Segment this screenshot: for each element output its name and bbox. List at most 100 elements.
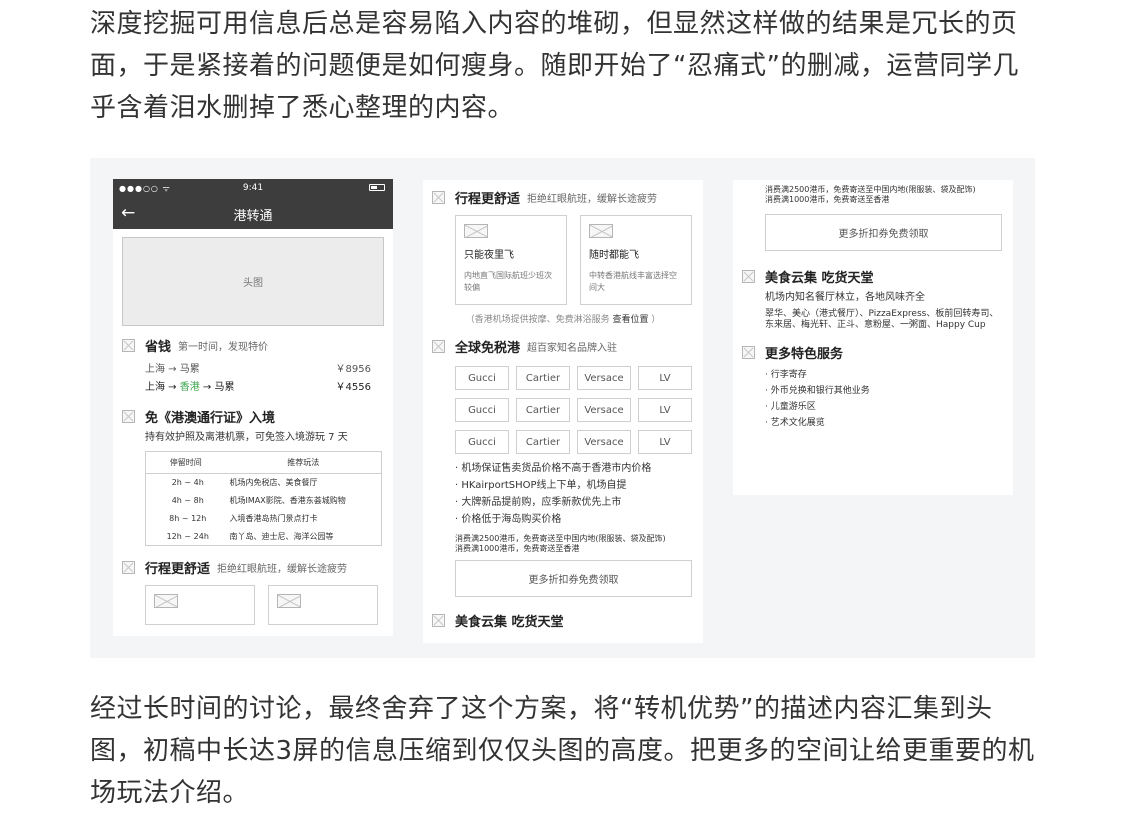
section-save-title: 省钱 xyxy=(145,340,172,355)
stay-table: 停留时间 推荐玩法 2h ~ 4h 机场内免税店、美食餐厅 4h ~ 8h 机场IM… xyxy=(145,451,382,546)
placeholder-image-icon xyxy=(432,191,445,204)
placeholder-image-icon xyxy=(122,410,135,423)
card-title: 只能夜里飞 xyxy=(464,250,514,261)
list-item: · 外币兑换和银行其他业务 xyxy=(765,386,870,396)
table-row: 4h ~ 8h 机场IMAX影院、香港东荟城购物 xyxy=(171,496,346,505)
section-dutyfree-title: 全球免税港 xyxy=(455,341,521,356)
placeholder-image-icon xyxy=(432,340,445,353)
table-header: 推荐玩法 xyxy=(225,451,382,474)
card-title: 随时都能飞 xyxy=(589,250,639,261)
article-paragraph-top: 深度挖掘可用信息后总是容易陷入内容的堆砌，但显然这样做的结果是冗长的页面，于是紧… xyxy=(90,9,1019,123)
shipping-note: 消费满2500港币，免费寄送至中国内地(限服装、袋及配饰) xyxy=(455,534,666,543)
food-list: 翠华、美心（港式餐厅）、PizzaExpress、板前回转寿司、东来居、梅光轩、… xyxy=(765,309,999,330)
comfort-cards xyxy=(145,585,393,625)
section-dutyfree-header: 全球免税港 超百家知名品牌入驻 xyxy=(432,337,703,356)
placeholder-image-icon xyxy=(742,270,755,283)
brand-tag[interactable]: Gucci xyxy=(455,366,509,390)
comfort-card[interactable]: 随时都能飞 中转香港航线丰富选择空间大 xyxy=(580,215,692,305)
comfort-card[interactable] xyxy=(268,585,378,625)
placeholder-image-icon xyxy=(122,561,135,574)
list-item: · 儿童游乐区 xyxy=(765,402,816,412)
shipping-note: 消费满1000港币，免费寄送至香港 xyxy=(765,195,890,204)
route-name: 上海 → 香港 → 马累 xyxy=(145,382,235,393)
list-item: · 行李寄存 xyxy=(765,370,807,380)
table-header: 停留时间 xyxy=(145,451,226,474)
status-bar: ●●●○○ ᯤ 9:41 xyxy=(113,179,393,197)
visa-description: 持有效护照及离港机票，可免签入境游玩 7 天 xyxy=(145,432,348,443)
section-comfort-subtitle: 拒绝红眼航班，缓解长途疲劳 xyxy=(217,564,348,575)
placeholder-image-icon xyxy=(742,346,755,359)
more-services-list: · 行李寄存 · 外币兑换和银行其他业务 · 儿童游乐区 · 艺术文化展览 xyxy=(733,367,1013,431)
table-row: 8h ~ 12h 入境香港岛热门景点打卡 xyxy=(169,514,318,523)
route-row[interactable]: 上海 → 香港 → 马累 ￥4556 xyxy=(113,379,393,397)
wireframe-figure: ●●●○○ ᯤ 9:41 ← 港转通 头图 省钱 第一时间，发现特价 上海 → … xyxy=(90,158,1035,658)
section-save-header: 省钱 第一时间，发现特价 xyxy=(122,336,393,355)
section-visa-header: 免《港澳通行证》入境 xyxy=(122,407,393,426)
route-price: ￥8956 xyxy=(335,364,371,375)
route-price: ￥4556 xyxy=(335,382,371,393)
table-row: 12h ~ 24h 南丫岛、迪士尼、海洋公园等 xyxy=(166,531,334,541)
view-location-link[interactable]: 查看位置 xyxy=(612,315,648,325)
list-item: · 艺术文化展览 xyxy=(765,418,825,428)
section-visa-title: 免《港澳通行证》入境 xyxy=(145,411,276,426)
article-paragraph-bottom: 经过长时间的讨论，最终舍弃了这个方案，将“转机优势”的描述内容汇集到头图，初稿中… xyxy=(90,694,1035,808)
section-more-header: 更多特色服务 xyxy=(742,343,1013,362)
placeholder-image-icon xyxy=(277,594,301,608)
section-food-header: 美食云集 吃货天堂 xyxy=(742,267,1013,286)
brand-tag[interactable]: Cartier xyxy=(516,398,570,422)
brand-tag[interactable]: Versace xyxy=(577,430,631,454)
route-name: 上海 → 马累 xyxy=(145,364,200,375)
hero-label: 头图 xyxy=(243,278,263,289)
comfort-cards: 只能夜里飞 内地直飞国际航班少班次较偏 随时都能飞 中转香港航线丰富选择空间大 xyxy=(455,215,703,305)
route-row[interactable]: 上海 → 马累 ￥8956 xyxy=(113,361,393,379)
list-item: · 价格低于海岛购买价格 xyxy=(455,514,562,525)
battery-icon xyxy=(369,184,385,191)
placeholder-image-icon xyxy=(122,339,135,352)
wireframe-panel-1: ●●●○○ ᯤ 9:41 ← 港转通 头图 省钱 第一时间，发现特价 上海 → … xyxy=(113,179,393,636)
card-description: 内地直飞国际航班少班次较偏 xyxy=(464,271,552,292)
food-description: 机场内知名餐厅林立，各地风味齐全 xyxy=(765,292,925,303)
placeholder-image-icon xyxy=(154,594,178,608)
comfort-card[interactable]: 只能夜里飞 内地直飞国际航班少班次较偏 xyxy=(455,215,567,305)
comfort-card[interactable] xyxy=(145,585,255,625)
section-save-subtitle: 第一时间，发现特价 xyxy=(178,342,269,353)
shipping-note: 消费满1000港币，免费寄送至香港 xyxy=(455,544,580,553)
coupon-button[interactable]: 更多折扣券免费领取 xyxy=(455,560,692,597)
section-comfort-title: 行程更舒适 xyxy=(455,192,521,207)
placeholder-image-icon xyxy=(432,614,445,627)
section-dutyfree-subtitle: 超百家知名品牌入驻 xyxy=(527,343,618,354)
card-description: 中转香港航线丰富选择空间大 xyxy=(589,271,677,292)
brand-tag[interactable]: Gucci xyxy=(455,398,509,422)
nav-bar: ← 港转通 xyxy=(113,197,393,229)
brand-tag[interactable]: Gucci xyxy=(455,430,509,454)
placeholder-image-icon xyxy=(464,224,488,238)
brand-tag[interactable]: Cartier xyxy=(516,430,570,454)
dutyfree-bullets: · 机场保证售卖货品价格不高于香港市内价格 · HKairportSHOP线上下… xyxy=(423,460,703,528)
section-comfort-header: 行程更舒适 拒绝红眼航班，缓解长途疲劳 xyxy=(432,188,703,207)
service-note: （香港机场提供按摩、免费淋浴服务 查看位置 ） xyxy=(465,315,661,325)
wireframe-panel-2: 行程更舒适 拒绝红眼航班，缓解长途疲劳 只能夜里飞 内地直飞国际航班少班次较偏 … xyxy=(423,180,703,643)
brand-tag[interactable]: Versace xyxy=(577,366,631,390)
section-more-title: 更多特色服务 xyxy=(765,347,844,362)
section-comfort-title: 行程更舒适 xyxy=(145,562,211,577)
brand-tag[interactable]: LV xyxy=(638,366,692,390)
section-food-title: 美食云集 吃货天堂 xyxy=(765,271,874,286)
shipping-note: 消费满2500港币，免费寄送至中国内地(限服装、袋及配饰) xyxy=(765,185,976,194)
brand-tag[interactable]: LV xyxy=(638,430,692,454)
section-food-title: 美食云集 吃货天堂 xyxy=(455,615,564,630)
status-time: 9:41 xyxy=(242,183,264,193)
wireframe-panel-3: 消费满2500港币，免费寄送至中国内地(限服装、袋及配饰) 消费满1000港币，… xyxy=(733,180,1013,495)
brand-grid: Gucci Cartier Versace LV Gucci Cartier V… xyxy=(455,366,703,454)
brand-tag[interactable]: LV xyxy=(638,398,692,422)
brand-tag[interactable]: Cartier xyxy=(516,366,570,390)
section-comfort-header: 行程更舒适 拒绝红眼航班，缓解长途疲劳 xyxy=(122,558,393,577)
shipping-notes: 消费满2500港币，免费寄送至中国内地(限服装、袋及配饰) 消费满1000港币，… xyxy=(733,185,1013,205)
page-title: 港转通 xyxy=(233,209,273,224)
coupon-button[interactable]: 更多折扣券免费领取 xyxy=(765,214,1002,251)
brand-tag[interactable]: Versace xyxy=(577,398,631,422)
list-item: · 大牌新品提前购，应季新款优先上市 xyxy=(455,497,622,508)
list-item: · HKairportSHOP线上下单，机场自提 xyxy=(455,480,627,491)
shipping-notes: 消费满2500港币，免费寄送至中国内地(限服装、袋及配饰) 消费满1000港币，… xyxy=(423,534,703,554)
placeholder-image-icon xyxy=(589,224,613,238)
table-row: 2h ~ 4h 机场内免税店、美食餐厅 xyxy=(171,478,318,488)
